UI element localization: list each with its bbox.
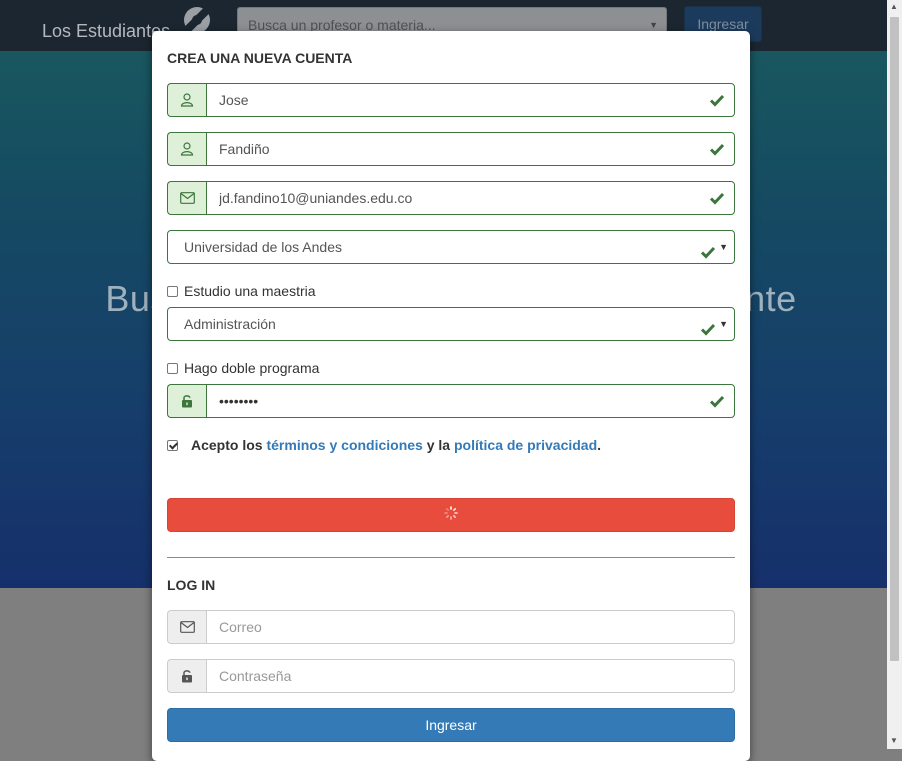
department-select[interactable]: Administración ▼ [167,307,735,341]
check-icon [709,190,725,206]
first-name-group [167,83,735,117]
brand-name[interactable]: Los Estudiantes [42,21,170,42]
masters-label: Estudio una maestria [184,283,316,299]
email-group [167,181,735,215]
double-program-label: Hago doble programa [184,360,320,376]
double-program-checkbox-row[interactable]: Hago doble programa [167,360,319,376]
university-value: Universidad de los Andes [184,239,342,255]
caret-down-icon: ▼ [719,242,728,252]
password-input[interactable] [206,384,735,418]
check-icon [709,141,725,157]
scrollbar-thumb[interactable] [890,17,899,661]
envelope-icon [167,181,206,215]
signup-submit-button[interactable] [167,498,735,532]
last-name-input[interactable] [206,132,735,166]
password-group [167,384,735,418]
check-icon [709,393,725,409]
scroll-down-icon[interactable]: ▼ [890,736,898,745]
signup-modal: CREA UNA NUEVA CUENTA Universidad de los… [152,31,750,761]
unlock-icon [167,384,206,418]
user-icon [167,132,206,166]
check-icon [700,316,716,336]
terms-suffix: . [597,437,602,453]
spinner-icon [444,499,458,531]
user-icon [167,83,206,117]
privacy-link[interactable]: política de privacidad [454,437,597,453]
login-heading: LOG IN [167,577,216,593]
section-divider [167,557,735,558]
double-program-checkbox[interactable] [167,362,178,374]
terms-link[interactable]: términos y condiciones [266,437,422,453]
check-icon [709,92,725,108]
unlock-icon [167,659,206,693]
envelope-icon [167,610,206,644]
login-password-group [167,659,735,693]
signup-heading: CREA UNA NUEVA CUENTA [167,50,353,66]
terms-checkbox[interactable] [167,439,178,451]
login-email-input[interactable] [206,610,735,644]
check-icon [700,239,716,259]
university-select[interactable]: Universidad de los Andes ▼ [167,230,735,264]
caret-down-icon: ▼ [719,319,728,329]
login-password-input[interactable] [206,659,735,693]
last-name-group [167,132,735,166]
first-name-input[interactable] [206,83,735,117]
login-email-group [167,610,735,644]
masters-checkbox-row[interactable]: Estudio una maestria [167,283,316,299]
login-submit-button[interactable]: Ingresar [167,708,735,742]
email-input[interactable] [206,181,735,215]
terms-prefix: Acepto los [191,437,263,453]
terms-checkbox-row[interactable]: Acepto los términos y condiciones y la p… [167,437,601,453]
department-value: Administración [184,316,276,332]
scroll-up-icon[interactable]: ▲ [890,2,898,11]
terms-middle: y la [426,437,451,453]
page-scrollbar[interactable]: ▲ ▼ [887,0,902,749]
masters-checkbox[interactable] [167,285,178,297]
